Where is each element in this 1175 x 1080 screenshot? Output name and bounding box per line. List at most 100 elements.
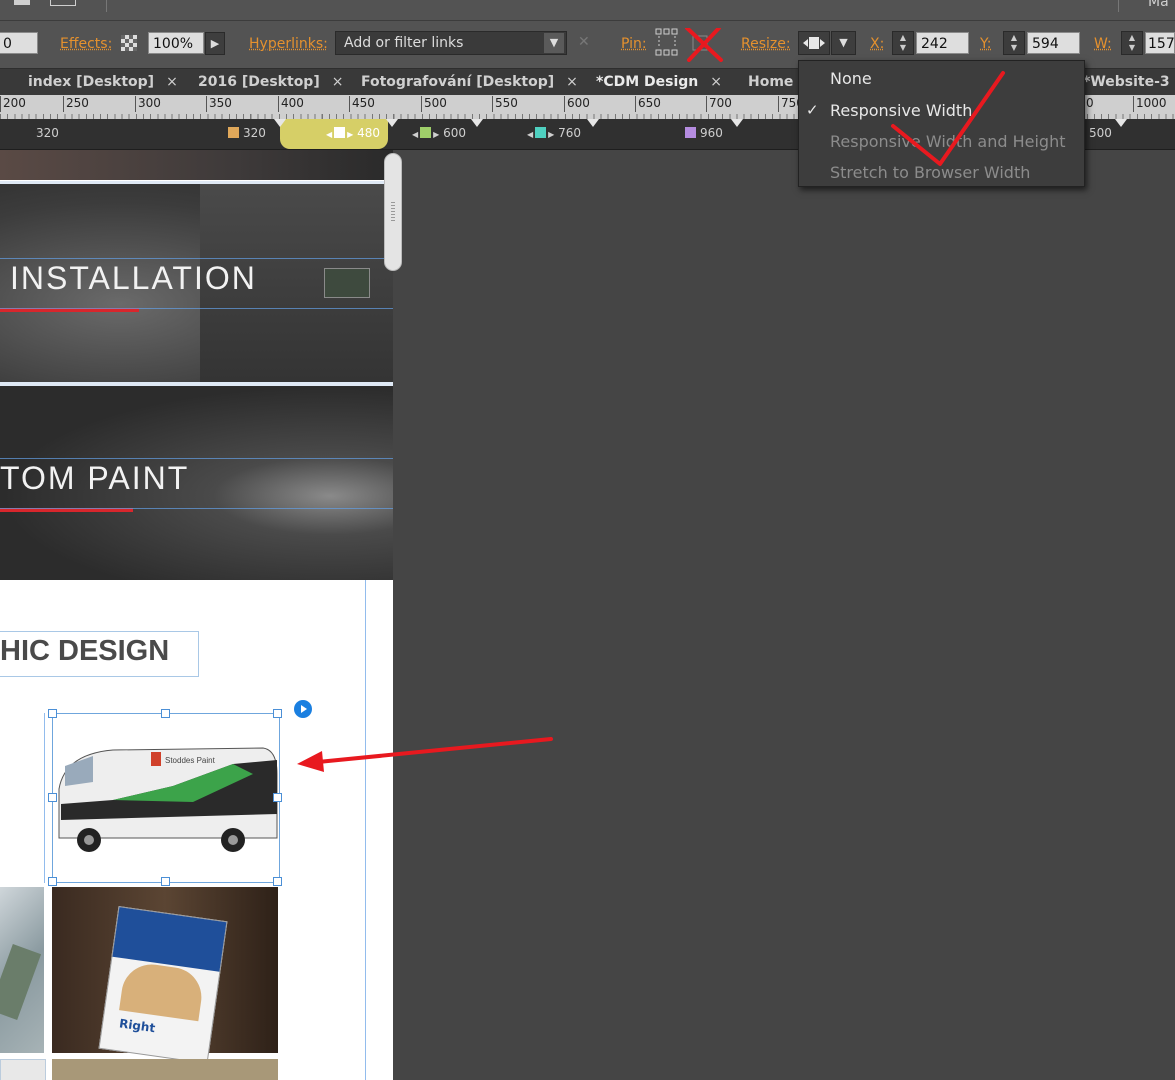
spin-up-down-icon[interactable]: ▲ ▼ xyxy=(892,31,914,55)
dropdown-arrow-icon[interactable]: ▼ xyxy=(544,33,564,53)
menu-item-responsive-width-height[interactable]: Responsive Width and Height xyxy=(830,132,1066,151)
ruler-tick: 600 xyxy=(564,96,590,112)
gallery-tile-next[interactable] xyxy=(52,1059,278,1080)
effects-percent-field[interactable]: 100% xyxy=(148,32,204,54)
resize-handle[interactable] xyxy=(161,877,170,886)
ruler-tick: 700 xyxy=(706,96,732,112)
hyperlinks-label[interactable]: Hyperlinks: xyxy=(249,36,328,52)
w-label[interactable]: W: xyxy=(1094,36,1112,52)
breakpoint-960[interactable]: 960 xyxy=(685,126,723,140)
opacity-field[interactable]: 0 xyxy=(0,32,38,54)
x-input[interactable]: 242 xyxy=(916,32,969,54)
breakpoint-600[interactable]: ◀ ▶ 600 xyxy=(412,126,466,140)
pin-icon[interactable] xyxy=(655,28,727,62)
arrow-left-icon: ◀ xyxy=(412,130,419,139)
resize-handle[interactable] xyxy=(273,793,282,802)
arrow-right-icon: ▶ xyxy=(548,130,555,139)
menu-item-responsive-width[interactable]: Responsive Width xyxy=(830,101,972,120)
close-icon[interactable]: × xyxy=(710,74,722,90)
guide xyxy=(365,580,366,1080)
resize-label[interactable]: Resize: xyxy=(741,36,791,52)
hyperlinks-input[interactable]: Add or filter links ▼ xyxy=(335,31,567,55)
effects-label[interactable]: Effects: xyxy=(60,36,112,52)
tab-label: *Website-3 xyxy=(1083,74,1170,90)
gallery-tile-next-left[interactable] xyxy=(0,1059,46,1080)
resize-handle[interactable] xyxy=(273,877,282,886)
breakpoint-marker[interactable] xyxy=(587,119,599,127)
breakpoint-swatch xyxy=(685,127,696,138)
workspace-label[interactable]: Ma xyxy=(1148,0,1169,10)
ruler-tick: 350 xyxy=(206,96,232,112)
paint-banner[interactable]: TOM PAINT xyxy=(0,386,393,580)
arrow-left-icon: ◀ xyxy=(326,130,333,139)
spin-up-down-icon[interactable]: ▲ ▼ xyxy=(1121,31,1143,55)
tab-label: *CDM Design xyxy=(596,74,699,90)
breakpoint-swatch xyxy=(420,127,432,138)
checkerboard-icon[interactable] xyxy=(121,35,137,51)
guide xyxy=(0,458,393,459)
breakpoint-marker[interactable] xyxy=(471,119,483,127)
guide xyxy=(44,713,45,883)
arrow-right-icon[interactable]: ▶ xyxy=(205,32,225,55)
breakpoint-swatch xyxy=(334,127,346,138)
resize-handle[interactable] xyxy=(161,709,170,718)
breakpoint-label: 960 xyxy=(700,126,723,140)
breakpoint-760[interactable]: ◀ ▶ 760 xyxy=(527,126,581,140)
breakpoint-label: 600 xyxy=(443,126,467,140)
tab-index[interactable]: index [Desktop] × xyxy=(28,69,178,95)
breakpoint-marker[interactable] xyxy=(274,119,286,127)
y-input[interactable]: 594 xyxy=(1027,32,1080,54)
resize-handle[interactable] xyxy=(48,709,57,718)
id-card: Right xyxy=(98,906,228,1064)
resize-handle[interactable] xyxy=(48,877,57,886)
banner-title: TOM PAINT xyxy=(0,460,190,496)
tab-label: index [Desktop] xyxy=(28,74,155,90)
pin-label[interactable]: Pin: xyxy=(621,36,647,52)
menu-item-none[interactable]: None xyxy=(830,69,872,88)
arrow-left-icon: ◀ xyxy=(527,130,534,139)
canvas-scrollbar[interactable] xyxy=(384,153,402,271)
resize-dropdown-arrow-icon[interactable]: ▼ xyxy=(831,31,856,55)
panel-icon[interactable] xyxy=(50,0,76,6)
arrow-right-icon: ▶ xyxy=(347,130,354,139)
gallery-tile-left[interactable] xyxy=(0,887,44,1053)
photo-banner-top[interactable] xyxy=(0,150,393,180)
tab-2016[interactable]: 2016 [Desktop] × xyxy=(198,69,343,95)
close-icon[interactable]: × xyxy=(166,74,178,90)
ruler-tick: 450 xyxy=(349,96,375,112)
guide xyxy=(0,508,393,509)
breakpoint-far[interactable]: 500 xyxy=(1089,126,1112,140)
van-image-frame[interactable]: Stoddes Paint xyxy=(52,713,280,883)
y-label[interactable]: Y: xyxy=(980,36,991,52)
section-heading: HIC DESIGN xyxy=(0,635,170,667)
spin-up-down-icon[interactable]: ▲ ▼ xyxy=(1003,31,1025,55)
ruler-tick: 400 xyxy=(278,96,304,112)
resize-dropdown-menu: None ✓ Responsive Width Responsive Width… xyxy=(798,60,1085,187)
tab-website-3[interactable]: *Website-3 xyxy=(1083,69,1170,95)
resize-handle[interactable] xyxy=(48,793,57,802)
page-canvas[interactable]: INSTALLATION TOM PAINT HIC DESIGN Stodde… xyxy=(0,150,393,1080)
clear-icon[interactable]: ✕ xyxy=(578,34,590,50)
menu-icon[interactable] xyxy=(14,0,30,5)
breakpoint-marker[interactable] xyxy=(386,119,398,127)
breakpoint-480[interactable]: ◀ ▶ 480 xyxy=(326,126,380,140)
divider xyxy=(1118,0,1119,12)
breakpoint-320[interactable]: 320 xyxy=(228,126,266,140)
w-input[interactable]: 157 xyxy=(1145,32,1175,54)
gallery-tile-card[interactable]: Right xyxy=(52,887,278,1064)
breakpoint-marker[interactable] xyxy=(731,119,743,127)
close-icon[interactable]: × xyxy=(332,74,344,90)
resize-icon[interactable] xyxy=(798,31,830,55)
van-brand-text: Stoddes Paint xyxy=(165,756,216,765)
tab-home[interactable]: Home xyxy=(748,69,793,95)
breakpoint-marker[interactable] xyxy=(1115,119,1127,127)
resize-handle[interactable] xyxy=(273,709,282,718)
x-label[interactable]: X: xyxy=(870,36,884,52)
menu-item-stretch-browser-width[interactable]: Stretch to Browser Width xyxy=(830,163,1030,182)
breakpoint-swatch xyxy=(535,127,547,138)
play-icon[interactable] xyxy=(294,700,312,718)
tab-fotografovani[interactable]: Fotografování [Desktop] × xyxy=(361,69,578,95)
installation-banner[interactable]: INSTALLATION xyxy=(0,184,393,382)
close-icon[interactable]: × xyxy=(566,74,578,90)
tab-cdm-design[interactable]: *CDM Design × xyxy=(596,69,722,95)
